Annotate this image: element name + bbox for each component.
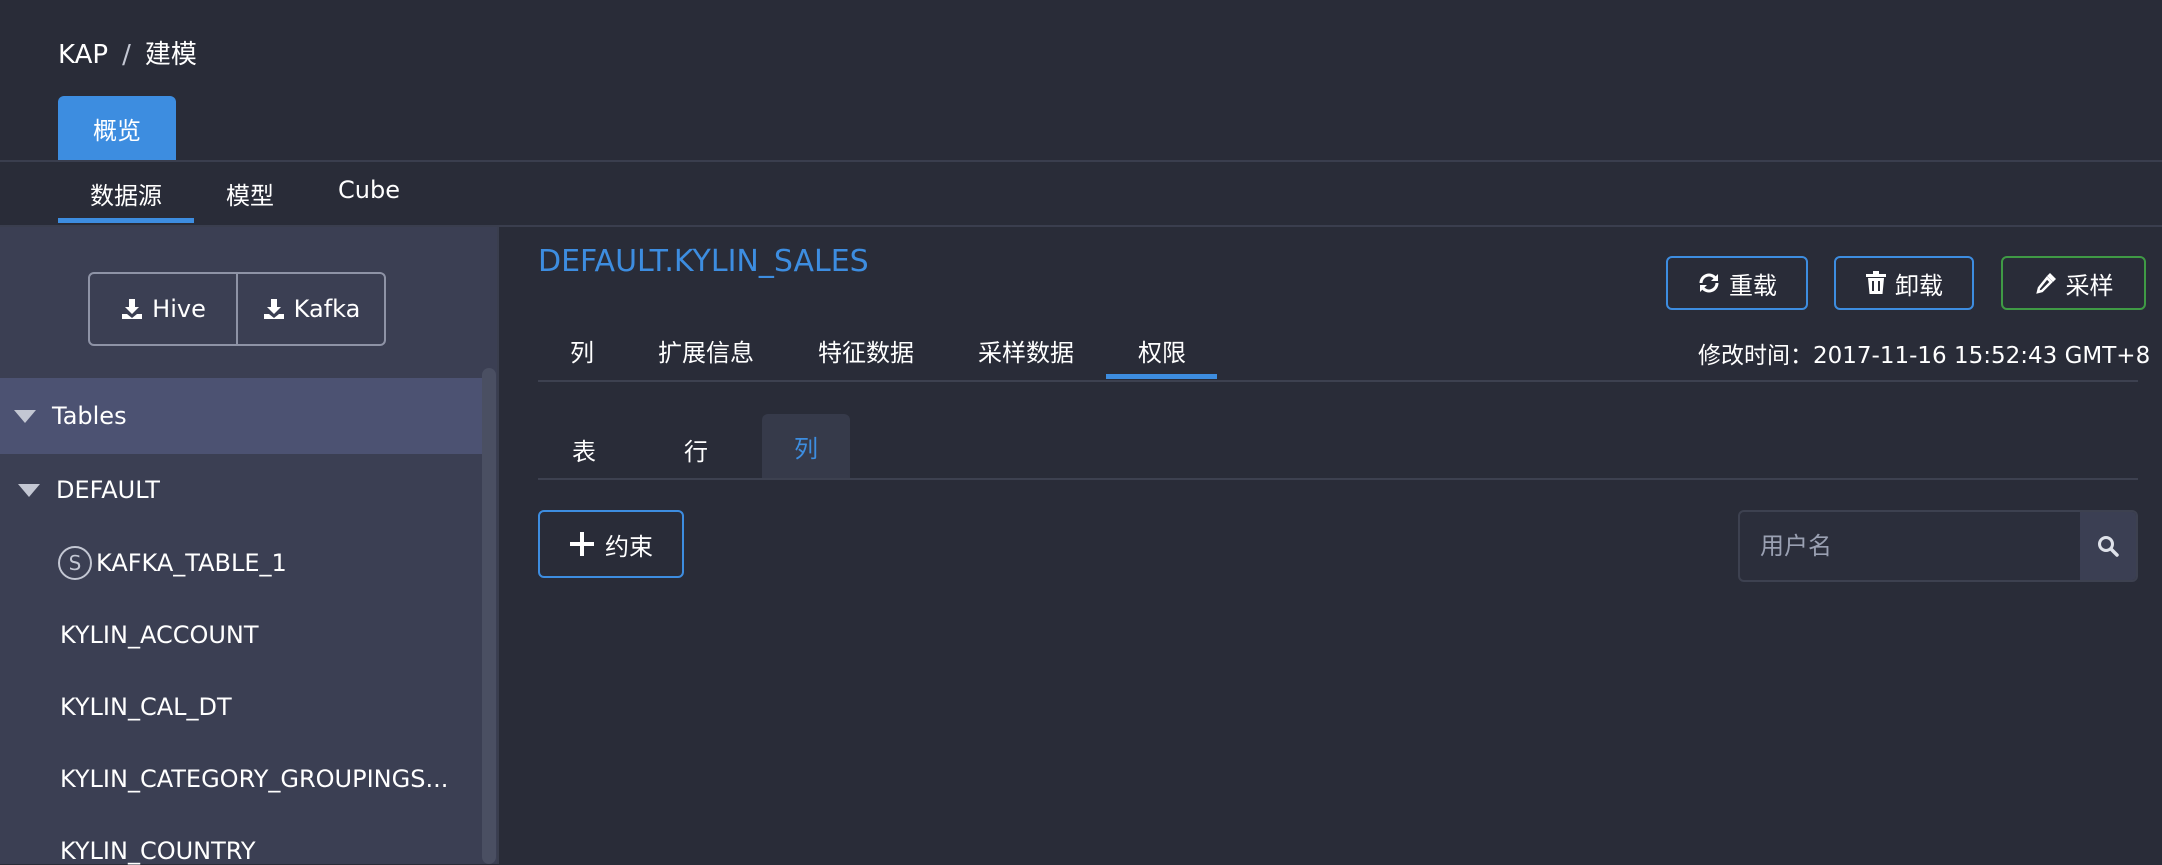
sample-button[interactable]: 采样 bbox=[2001, 256, 2146, 310]
divider bbox=[538, 380, 2138, 382]
breadcrumb-current: 建模 bbox=[144, 40, 197, 70]
tab-columns[interactable]: 列 bbox=[570, 333, 594, 368]
hive-label: Hive bbox=[152, 295, 206, 323]
tab-model[interactable]: 模型 bbox=[226, 176, 274, 211]
load-source-button-group: Hive Kafka bbox=[88, 272, 386, 346]
add-constraint-button[interactable]: 约束 bbox=[538, 510, 684, 578]
plus-icon bbox=[570, 532, 594, 556]
page-title: DEFAULT.KYLIN_SALES bbox=[538, 244, 869, 279]
breadcrumb-root[interactable]: KAP bbox=[58, 40, 108, 70]
divider bbox=[0, 160, 2162, 162]
tab-column-permission[interactable]: 列 bbox=[762, 414, 850, 478]
tables-tree-header[interactable]: Tables bbox=[0, 378, 482, 454]
modified-time-label: 修改时间： bbox=[1698, 343, 1813, 369]
tab-table-permission[interactable]: 表 bbox=[572, 432, 596, 467]
unload-button[interactable]: 卸载 bbox=[1834, 256, 1974, 310]
modified-time-value: 2017-11-16 15:52:43 GMT+8 bbox=[1813, 343, 2151, 369]
tab-sample-data[interactable]: 采样数据 bbox=[978, 333, 1074, 368]
active-tab-indicator bbox=[1106, 374, 1217, 379]
table-item[interactable]: KYLIN_COUNTRY bbox=[60, 837, 256, 865]
tab-overview[interactable]: 概览 bbox=[58, 96, 176, 160]
tab-row-permission[interactable]: 行 bbox=[684, 432, 708, 467]
tables-header-label: Tables bbox=[52, 402, 127, 430]
divider bbox=[538, 478, 2138, 480]
unload-label: 卸载 bbox=[1895, 271, 1943, 300]
tab-permissions[interactable]: 权限 bbox=[1138, 333, 1186, 368]
breadcrumb-separator: / bbox=[122, 40, 131, 70]
tab-cube[interactable]: Cube bbox=[338, 176, 400, 204]
user-search bbox=[1738, 510, 2138, 582]
load-hive-button[interactable]: Hive bbox=[90, 274, 236, 344]
tab-statistics[interactable]: 特征数据 bbox=[818, 333, 914, 368]
active-tab-indicator bbox=[58, 218, 194, 223]
breadcrumb: KAP / 建模 bbox=[58, 34, 197, 71]
reload-button[interactable]: 重载 bbox=[1666, 256, 1808, 310]
load-kafka-button[interactable]: Kafka bbox=[236, 274, 384, 344]
sidebar-scrollbar[interactable] bbox=[482, 368, 496, 864]
download-icon bbox=[263, 299, 284, 319]
username-search-input[interactable] bbox=[1740, 512, 2080, 580]
sidebar-border bbox=[497, 227, 499, 864]
modified-time: 修改时间：2017-11-16 15:52:43 GMT+8 bbox=[1698, 336, 2150, 370]
search-button[interactable] bbox=[2080, 512, 2136, 580]
table-item-label: KAFKA_TABLE_1 bbox=[96, 549, 287, 577]
download-icon bbox=[122, 299, 143, 319]
database-label: DEFAULT bbox=[56, 476, 160, 504]
table-item[interactable]: KYLIN_CAL_DT bbox=[60, 693, 232, 721]
table-item-label: KYLIN_CAL_DT bbox=[60, 693, 232, 721]
eyedropper-icon bbox=[2035, 273, 2056, 294]
table-item-label: KYLIN_COUNTRY bbox=[60, 837, 256, 865]
trash-icon bbox=[1866, 271, 1886, 294]
caret-down-icon[interactable] bbox=[18, 483, 40, 497]
database-node[interactable]: DEFAULT bbox=[18, 476, 160, 504]
table-item[interactable]: KYLIN_CATEGORY_GROUPINGS... bbox=[60, 765, 448, 793]
tab-data-source[interactable]: 数据源 bbox=[90, 176, 162, 211]
search-icon bbox=[2098, 536, 2119, 557]
table-item[interactable]: KYLIN_ACCOUNT bbox=[60, 621, 259, 649]
caret-down-icon[interactable] bbox=[14, 409, 36, 423]
kafka-label: Kafka bbox=[293, 295, 361, 323]
table-item[interactable]: S KAFKA_TABLE_1 bbox=[58, 546, 287, 580]
table-item-label: KYLIN_ACCOUNT bbox=[60, 621, 259, 649]
sample-label: 采样 bbox=[2065, 271, 2114, 300]
tab-extended-info[interactable]: 扩展信息 bbox=[658, 333, 754, 368]
table-item-label: KYLIN_CATEGORY_GROUPINGS... bbox=[60, 765, 449, 793]
refresh-icon bbox=[1699, 273, 1719, 293]
streaming-table-icon: S bbox=[58, 546, 92, 580]
reload-label: 重载 bbox=[1729, 271, 1777, 300]
add-constraint-label: 约束 bbox=[605, 532, 653, 561]
